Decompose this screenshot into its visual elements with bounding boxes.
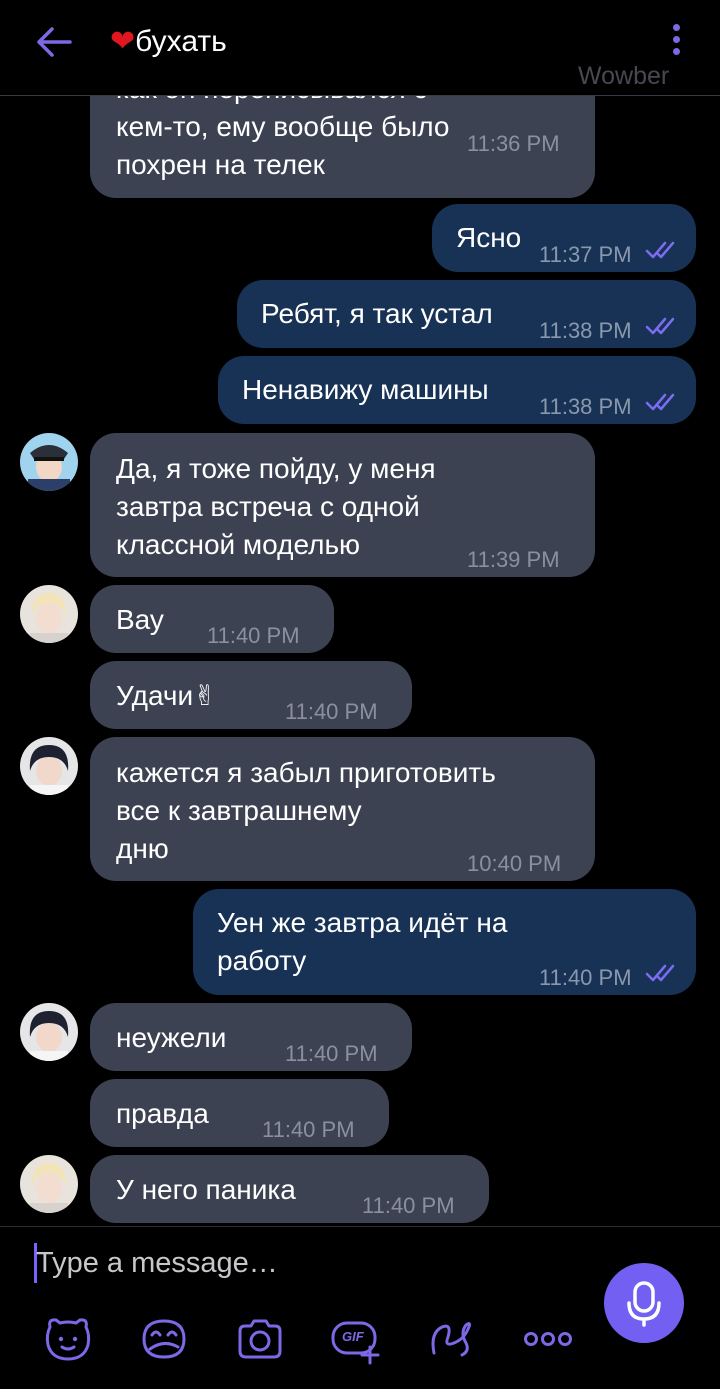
watermark: Wowber [578,62,670,90]
message-bubble-incoming[interactable]: правда 11:40 PM [90,1079,389,1147]
vertical-dots-icon[interactable] [666,24,686,60]
avatar[interactable] [20,433,78,491]
message-time: 11:40 PM [362,1193,455,1218]
avatar-dark-hair-icon [20,1003,78,1061]
gif-label: GIF [342,1329,364,1344]
message-time: 11:40 PM [285,699,378,724]
message-text: У него паника [116,1174,296,1205]
message-bubble-outgoing[interactable]: Ненавижу машины 11:38 PM [218,356,696,424]
avatar-blond-icon [20,585,78,643]
message-time: 11:38 PM [539,394,632,419]
message-time: 11:39 PM [467,547,560,572]
microphone-icon [627,1281,661,1327]
double-check-icon [645,393,675,411]
message-text: Уен же завтра идёт на работу [217,907,508,976]
message-bubble-outgoing[interactable]: Ребят, я так устал 11:38 PM [237,280,696,348]
message-time: 11:37 PM [539,242,632,267]
avatar[interactable] [20,585,78,643]
message-time: 11:38 PM [539,318,632,343]
message-time: 11:40 PM [539,965,632,990]
message-text: неужели [116,1022,227,1053]
message-text: как он переписывался с кем-то, ему вообщ… [116,96,450,180]
message-time: 11:40 PM [207,623,300,648]
message-text: Вау [116,604,164,635]
double-check-icon [645,317,675,335]
chat-title[interactable]: ❤бухать [110,24,227,59]
avatar-blond-icon [20,1155,78,1213]
message-composer: GIF [0,1226,720,1389]
message-list[interactable]: как он переписывался с кем-то, ему вообщ… [0,96,720,1226]
heart-icon: ❤ [110,25,136,58]
avatar[interactable] [20,1003,78,1061]
avatar-police-cap-icon [20,433,78,491]
double-check-icon [645,241,675,259]
message-text: Удачи✌ [116,680,217,711]
message-text: правда [116,1098,209,1129]
message-bubble-incoming[interactable]: Да, я тоже пойду, у меня завтра встреча … [90,433,595,577]
message-input[interactable] [36,1243,576,1283]
message-bubble-incoming[interactable]: Вау 11:40 PM [90,585,334,653]
more-dots-icon[interactable] [522,1313,574,1365]
message-bubble-incoming[interactable]: Удачи✌ 11:40 PM [90,661,412,729]
doodle-icon[interactable] [138,1313,190,1365]
message-text: Ненавижу машины [242,374,489,405]
avatar-dark-hair-icon [20,737,78,795]
message-bubble-incoming[interactable]: неужели 11:40 PM [90,1003,412,1071]
message-bubble-outgoing[interactable]: Уен же завтра идёт на работу 11:40 PM [193,889,696,995]
avatar[interactable] [20,737,78,795]
avatar[interactable] [20,1155,78,1213]
camera-icon[interactable] [234,1313,286,1365]
message-text: кажется я забыл приготовить все к завтра… [116,757,496,864]
message-text: Ясно [456,222,522,253]
message-bubble-incoming[interactable]: У него паника 11:40 PM [90,1155,489,1223]
draw-loop-icon[interactable] [426,1313,478,1365]
message-time: 11:36 PM [467,131,560,156]
gif-button[interactable]: GIF [330,1313,382,1365]
message-bubble-incoming[interactable]: как он переписывался с кем-то, ему вообщ… [90,96,595,198]
microphone-button[interactable] [604,1263,684,1343]
sticker-bear-icon[interactable] [42,1313,94,1365]
message-bubble-outgoing[interactable]: Ясно 11:37 PM [432,204,696,272]
message-time: 11:40 PM [285,1041,378,1066]
message-time: 10:40 PM [467,851,562,876]
double-check-icon [645,964,675,982]
message-text: Да, я тоже пойду, у меня завтра встреча … [116,453,436,560]
group-name: бухать [135,25,227,58]
arrow-left-icon[interactable] [34,24,74,60]
message-time: 11:40 PM [262,1117,355,1142]
message-bubble-incoming[interactable]: кажется я забыл приготовить все к завтра… [90,737,595,881]
chat-header: ❤бухать Wowber [0,0,720,96]
message-text: Ребят, я так устал [261,298,493,329]
